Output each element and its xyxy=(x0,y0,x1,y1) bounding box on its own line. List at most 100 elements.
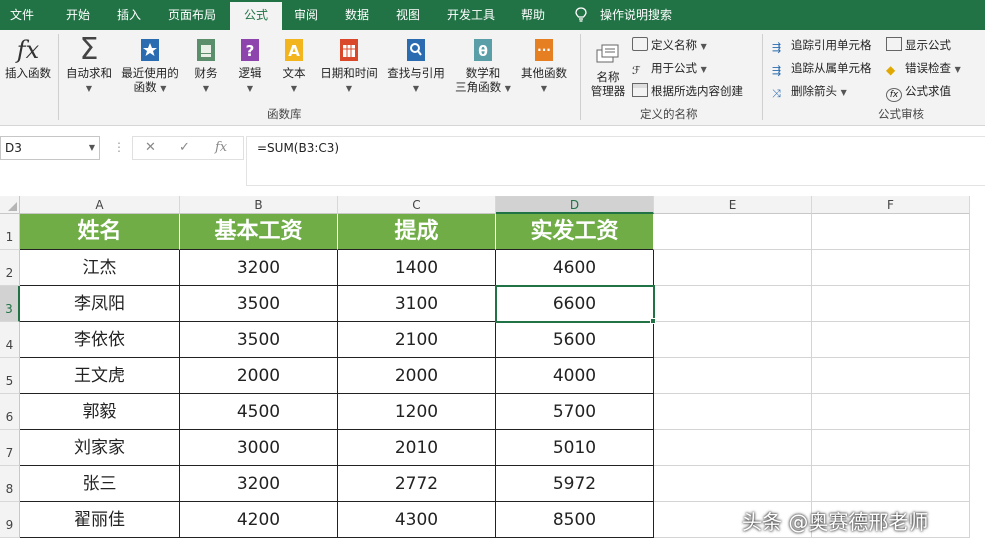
cell-c8[interactable]: 2772 xyxy=(338,466,496,502)
cell-a2[interactable]: 江杰 xyxy=(20,250,180,286)
table-header-cell[interactable]: 提成 xyxy=(338,214,496,250)
row-header-3[interactable]: 3 xyxy=(0,286,20,322)
recently-used-button[interactable]: 最近使用的 函数 ▼ xyxy=(118,36,182,96)
cell-a9[interactable]: 翟丽佳 xyxy=(20,502,180,538)
cell-b8[interactable]: 3200 xyxy=(180,466,338,502)
cell-e4[interactable] xyxy=(654,322,812,358)
cell-b6[interactable]: 4500 xyxy=(180,394,338,430)
more-functions-button[interactable]: ··· 其他函数 ▼ xyxy=(516,36,572,96)
cell-f1[interactable] xyxy=(812,214,970,250)
insert-function-button[interactable]: fx 插入函数 xyxy=(2,36,54,80)
cell-c6[interactable]: 1200 xyxy=(338,394,496,430)
trace-precedents-button[interactable]: ⇶ 追踪引用单元格 xyxy=(772,36,872,54)
column-header-f[interactable]: F xyxy=(812,196,970,214)
tab-home[interactable]: 开始 xyxy=(66,0,90,30)
row-header-2[interactable]: 2 xyxy=(0,250,20,286)
column-header-d[interactable]: D xyxy=(496,196,654,214)
cell-f4[interactable] xyxy=(812,322,970,358)
date-time-button[interactable]: 日期和时间 ▼ xyxy=(318,36,380,96)
cell-f2[interactable] xyxy=(812,250,970,286)
cell-e1[interactable] xyxy=(654,214,812,250)
tell-me-search[interactable]: 操作说明搜索 xyxy=(600,0,672,30)
remove-arrows-button[interactable]: ⤨ 删除箭头 ▼ xyxy=(772,82,847,100)
math-trig-button[interactable]: θ 数学和 三角函数 ▼ xyxy=(452,36,514,96)
cell-e5[interactable] xyxy=(654,358,812,394)
cell-d2[interactable]: 4600 xyxy=(496,250,654,286)
cancel-icon[interactable]: ✕ xyxy=(145,140,156,155)
row-header-9[interactable]: 9 xyxy=(0,502,20,538)
name-box[interactable]: D3 ▼ xyxy=(0,136,100,160)
cell-d6[interactable]: 5700 xyxy=(496,394,654,430)
row-header-7[interactable]: 7 xyxy=(0,430,20,466)
text-button[interactable]: A 文本 ▼ xyxy=(274,36,314,96)
row-header-8[interactable]: 8 xyxy=(0,466,20,502)
cell-d5[interactable]: 4000 xyxy=(496,358,654,394)
cell-f7[interactable] xyxy=(812,430,970,466)
tab-view[interactable]: 视图 xyxy=(396,0,420,30)
cell-a5[interactable]: 王文虎 xyxy=(20,358,180,394)
row-header-4[interactable]: 4 xyxy=(0,322,20,358)
cell-b2[interactable]: 3200 xyxy=(180,250,338,286)
cell-c9[interactable]: 4300 xyxy=(338,502,496,538)
cell-f8[interactable] xyxy=(812,466,970,502)
insert-function-fx-icon[interactable]: fx xyxy=(215,140,227,155)
show-formulas-button[interactable]: 显示公式 xyxy=(886,36,951,54)
fill-handle[interactable] xyxy=(650,318,656,324)
cell-d3[interactable]: 6600 xyxy=(495,285,655,323)
cell-a6[interactable]: 郭毅 xyxy=(20,394,180,430)
cell-e8[interactable] xyxy=(654,466,812,502)
cell-e6[interactable] xyxy=(654,394,812,430)
row-header-6[interactable]: 6 xyxy=(0,394,20,430)
column-header-b[interactable]: B xyxy=(180,196,338,214)
evaluate-formula-button[interactable]: fx 公式求值 xyxy=(886,82,951,102)
cell-c2[interactable]: 1400 xyxy=(338,250,496,286)
column-header-a[interactable]: A xyxy=(20,196,180,214)
cell-d4[interactable]: 5600 xyxy=(496,322,654,358)
cell-a8[interactable]: 张三 xyxy=(20,466,180,502)
tab-help[interactable]: 帮助 xyxy=(521,0,545,30)
lookup-reference-button[interactable]: 查找与引用 ▼ xyxy=(384,36,448,96)
cell-f6[interactable] xyxy=(812,394,970,430)
cell-e3[interactable] xyxy=(654,286,812,322)
cell-b3[interactable]: 3500 xyxy=(180,286,338,322)
cell-c7[interactable]: 2010 xyxy=(338,430,496,466)
cell-c5[interactable]: 2000 xyxy=(338,358,496,394)
tab-page-layout[interactable]: 页面布局 xyxy=(168,0,216,30)
column-header-e[interactable]: E xyxy=(654,196,812,214)
name-manager-button[interactable]: 名称 管理器 xyxy=(586,40,630,98)
cell-f3[interactable] xyxy=(812,286,970,322)
cell-d9[interactable]: 8500 xyxy=(496,502,654,538)
tab-insert[interactable]: 插入 xyxy=(117,0,141,30)
cell-a3[interactable]: 李凤阳 xyxy=(20,286,180,322)
formula-input[interactable]: =SUM(B3:C3) xyxy=(246,136,985,186)
cell-a7[interactable]: 刘家家 xyxy=(20,430,180,466)
cell-b5[interactable]: 2000 xyxy=(180,358,338,394)
autosum-button[interactable]: Σ 自动求和 ▼ xyxy=(62,35,116,96)
cell-d7[interactable]: 5010 xyxy=(496,430,654,466)
use-in-formula-button[interactable]: ℱ 用于公式 ▼ xyxy=(632,59,707,77)
logical-button[interactable]: ? 逻辑 ▼ xyxy=(230,36,270,96)
tab-data[interactable]: 数据 xyxy=(345,0,369,30)
cell-b4[interactable]: 3500 xyxy=(180,322,338,358)
financial-button[interactable]: 财务 ▼ xyxy=(186,36,226,96)
cell-b7[interactable]: 3000 xyxy=(180,430,338,466)
cell-a4[interactable]: 李依依 xyxy=(20,322,180,358)
cell-c3[interactable]: 3100 xyxy=(338,286,496,322)
create-from-selection-button[interactable]: 根据所选内容创建 xyxy=(632,82,743,100)
table-header-cell[interactable]: 实发工资 xyxy=(496,214,654,250)
row-header-5[interactable]: 5 xyxy=(0,358,20,394)
table-header-cell[interactable]: 姓名 xyxy=(20,214,180,250)
error-checking-button[interactable]: ◆ 错误检查 ▼ xyxy=(886,59,961,77)
resize-handle-icon[interactable]: ⋮ xyxy=(113,140,125,154)
column-header-c[interactable]: C xyxy=(338,196,496,214)
tab-developer[interactable]: 开发工具 xyxy=(447,0,495,30)
tab-file[interactable]: 文件 xyxy=(10,0,34,30)
tab-formulas[interactable]: 公式 xyxy=(230,2,282,30)
tab-review[interactable]: 审阅 xyxy=(294,0,318,30)
trace-dependents-button[interactable]: ⇶ 追踪从属单元格 xyxy=(772,59,872,77)
row-header-1[interactable]: 1 xyxy=(0,214,20,250)
cell-f5[interactable] xyxy=(812,358,970,394)
cell-c4[interactable]: 2100 xyxy=(338,322,496,358)
define-name-button[interactable]: 定义名称 ▼ xyxy=(632,36,707,54)
cell-e2[interactable] xyxy=(654,250,812,286)
